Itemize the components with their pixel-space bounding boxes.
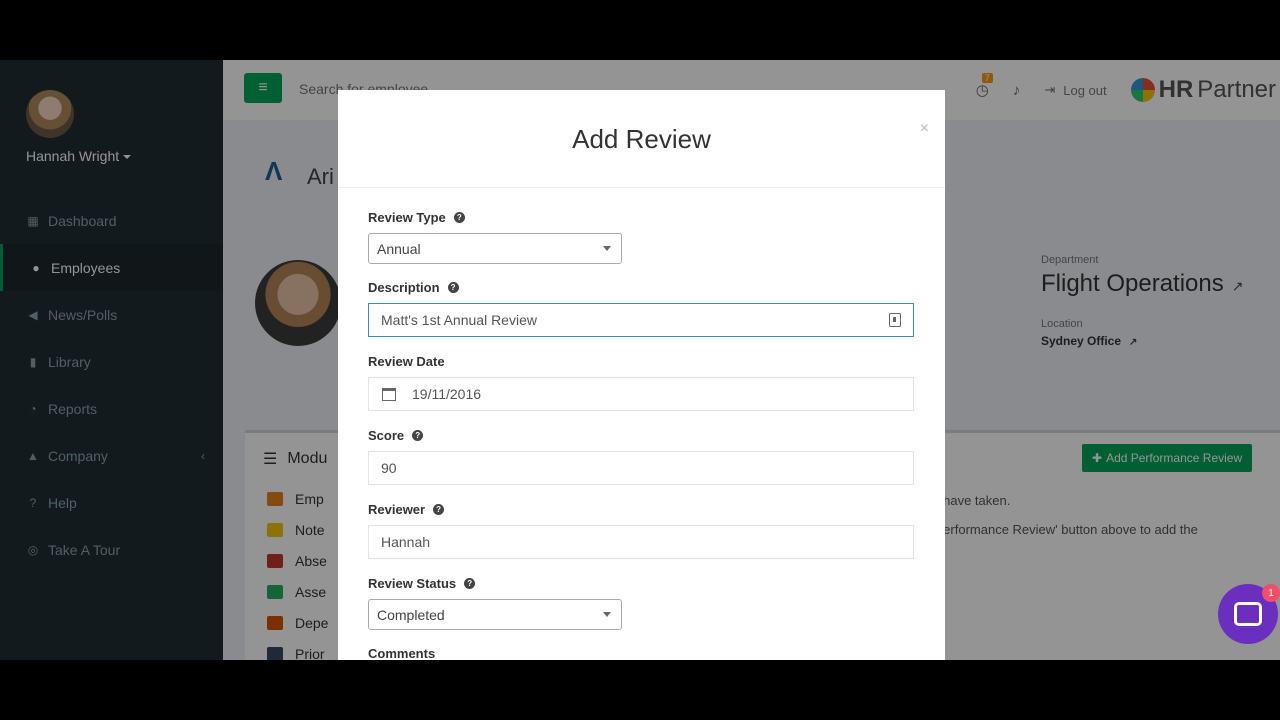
- reviewer-input[interactable]: Hannah: [368, 525, 914, 559]
- review-type-select[interactable]: Annual: [368, 233, 622, 264]
- help-icon[interactable]: ?: [464, 578, 476, 589]
- help-icon[interactable]: ?: [433, 504, 445, 515]
- review-date-value: 19/11/2016: [412, 386, 482, 402]
- reviewer-value: Hannah: [381, 534, 431, 550]
- add-review-modal: Add Review × Review Type? Annual Descrip…: [338, 90, 945, 660]
- score-label-text: Score: [368, 428, 405, 443]
- description-label-text: Description: [368, 280, 440, 295]
- description-input[interactable]: Matt's 1st Annual Review: [368, 303, 914, 337]
- review-status-select[interactable]: Completed: [368, 599, 622, 630]
- dropdown-arrow-icon: [603, 246, 611, 251]
- review-type-value: Annual: [377, 240, 421, 257]
- help-icon[interactable]: ?: [447, 282, 459, 293]
- close-button[interactable]: ×: [920, 120, 929, 138]
- comments-label-text: Comments: [368, 646, 436, 660]
- description-label: Description?: [368, 280, 459, 295]
- review-date-label: Review Date: [368, 354, 445, 369]
- autofill-icon[interactable]: [889, 313, 901, 327]
- description-value: Matt's 1st Annual Review: [381, 312, 537, 328]
- chat-icon: [1234, 602, 1262, 626]
- review-type-label: Review Type?: [368, 210, 465, 225]
- review-status-label-text: Review Status: [368, 576, 457, 591]
- app-frame: Hannah Wright ▦ Dashboard ● Employees ◀ New…: [0, 60, 1280, 660]
- review-date-label-text: Review Date: [368, 354, 445, 369]
- help-icon[interactable]: ?: [453, 212, 465, 223]
- comments-label: Comments: [368, 646, 435, 660]
- review-type-label-text: Review Type: [368, 210, 446, 225]
- review-status-value: Completed: [377, 606, 445, 623]
- help-icon[interactable]: ?: [412, 430, 424, 441]
- reviewer-label-text: Reviewer: [368, 502, 426, 517]
- calendar-icon[interactable]: [382, 387, 396, 401]
- modal-header: Add Review ×: [338, 90, 945, 188]
- score-label: Score?: [368, 428, 424, 443]
- dropdown-arrow-icon: [603, 612, 611, 617]
- review-status-label: Review Status?: [368, 576, 476, 591]
- modal-title: Add Review: [572, 124, 711, 154]
- chat-badge: 1: [1262, 584, 1280, 602]
- score-input[interactable]: 90: [368, 451, 914, 485]
- reviewer-label: Reviewer?: [368, 502, 445, 517]
- score-value: 90: [381, 460, 397, 476]
- review-date-input[interactable]: 19/11/2016: [368, 377, 914, 411]
